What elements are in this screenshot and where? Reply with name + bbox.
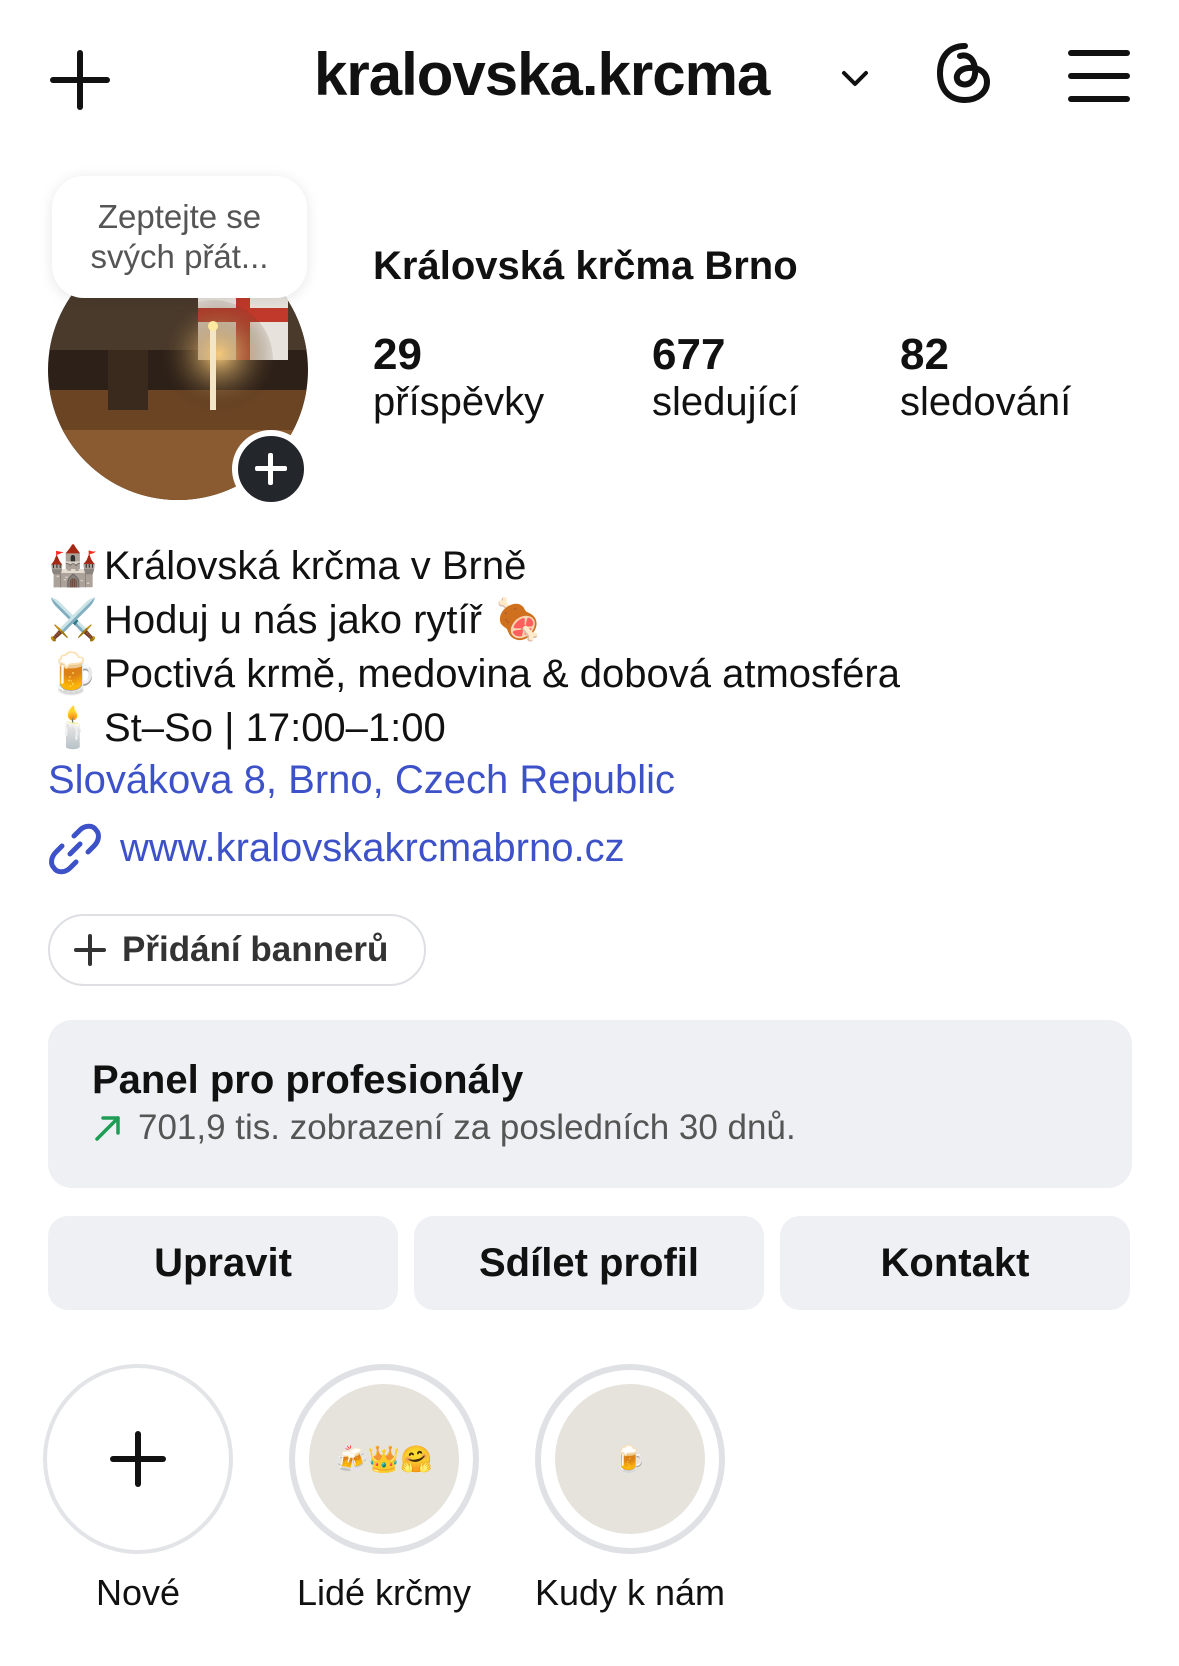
stat-value: 82 — [900, 330, 949, 379]
highlight-label: Kudy k nám — [534, 1572, 726, 1613]
add-banner-button[interactable]: Přidání bannerů — [48, 914, 426, 986]
highlight-cover: 🍻👑🤗 — [289, 1364, 479, 1554]
website-link[interactable]: www.kralovskakrcmabrno.cz — [120, 826, 625, 871]
plus-icon — [110, 1431, 166, 1487]
bio-text: Poctivá krmě, medovina & dobová atmosfér… — [104, 652, 900, 696]
highlight-new[interactable]: Nové — [40, 1364, 236, 1614]
note-bubble[interactable]: Zeptejte se svých přát... — [52, 176, 307, 298]
stat-posts[interactable]: 29 příspěvky — [373, 330, 544, 425]
swords-emoji-icon: ⚔️ — [48, 598, 98, 642]
stat-label: sledování — [900, 380, 1072, 424]
add-story-button[interactable] — [232, 430, 310, 508]
candle-emoji-icon: 🕯️ — [48, 706, 98, 750]
bio-text: Hoduj u nás jako rytíř 🍖 — [104, 598, 543, 642]
edit-profile-button[interactable]: Upravit — [48, 1216, 398, 1310]
plus-icon[interactable] — [50, 48, 114, 112]
dashboard-stats: 701,9 tis. zobrazení za posledních 30 dn… — [138, 1108, 796, 1147]
plus-icon — [74, 934, 106, 966]
bio-line: 🍺 Poctivá krmě, medovina & dobová atmosfé… — [48, 648, 900, 700]
chevron-down-icon[interactable] — [838, 62, 872, 96]
stat-label: sledující — [652, 380, 799, 424]
bio-text: St–So | 17:00–1:00 — [104, 706, 446, 750]
highlight-cover: 🍺 — [535, 1364, 725, 1554]
stat-followers[interactable]: 677 sledující — [652, 330, 799, 425]
highlight-item[interactable]: 🍺 Kudy k nám — [532, 1364, 728, 1614]
highlight-cover-emoji: 🍻👑🤗 — [309, 1384, 459, 1534]
bio-line: ⚔️ Hoduj u nás jako rytíř 🍖 — [48, 594, 543, 646]
add-banner-label: Přidání bannerů — [122, 930, 389, 969]
address-link[interactable]: Slovákova 8, Brno, Czech Republic — [48, 758, 675, 803]
stat-value: 29 — [373, 330, 422, 379]
stat-label: příspěvky — [373, 380, 545, 424]
threads-icon[interactable] — [932, 40, 998, 106]
highlight-item[interactable]: 🍻👑🤗 Lidé krčmy — [286, 1364, 482, 1614]
stat-value: 677 — [652, 330, 726, 379]
top-bar: kralovska.krcma — [0, 0, 1179, 160]
highlight-label: Lidé krčmy — [296, 1572, 472, 1613]
highlight-label: Nové — [95, 1572, 181, 1613]
link-icon — [49, 823, 101, 875]
highlight-cover — [43, 1364, 233, 1554]
menu-icon[interactable] — [1068, 50, 1130, 102]
bio-line: 🏰 Královská krčma v Brně — [48, 540, 526, 592]
display-name: Královská krčma Brno — [373, 244, 798, 288]
beer-emoji-icon: 🍺 — [48, 652, 98, 696]
highlight-cover-emoji: 🍺 — [555, 1384, 705, 1534]
stat-following[interactable]: 82 sledování — [900, 330, 1071, 425]
share-profile-button[interactable]: Sdílet profil — [414, 1216, 764, 1310]
castle-emoji-icon: 🏰 — [48, 544, 98, 588]
professional-dashboard[interactable]: Panel pro profesionály 701,9 tis. zobraz… — [48, 1020, 1132, 1188]
trend-arrow-icon — [95, 1116, 120, 1141]
bio-line: 🕯️ St–So | 17:00–1:00 — [48, 702, 446, 754]
bio-text: Královská krčma v Brně — [104, 544, 527, 588]
contact-button[interactable]: Kontakt — [780, 1216, 1130, 1310]
username-title[interactable]: kralovska.krcma — [314, 40, 770, 109]
dashboard-title: Panel pro profesionály — [92, 1058, 524, 1102]
